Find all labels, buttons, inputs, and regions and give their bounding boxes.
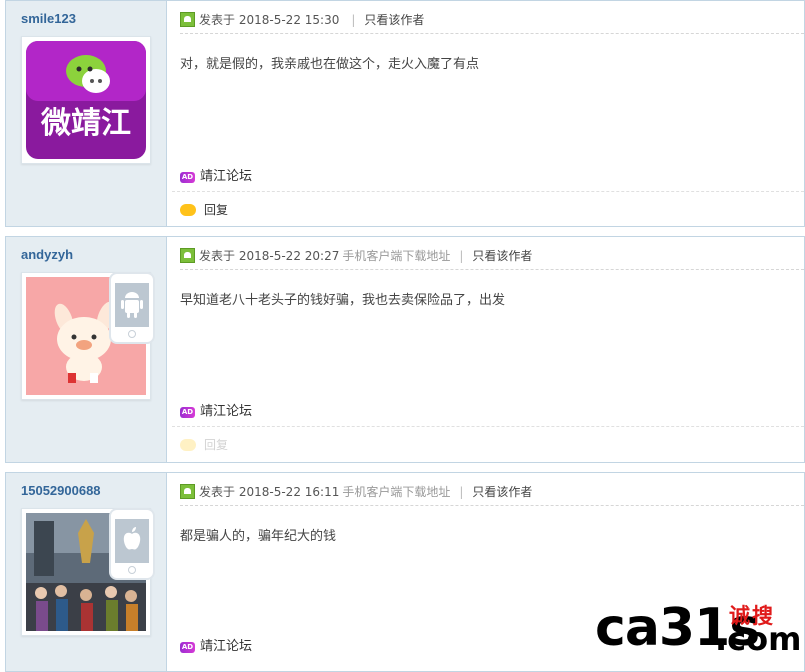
ad-icon: AD (180, 172, 195, 183)
forum-ad[interactable]: AD 靖江论坛 (180, 635, 252, 654)
post-message: 对，就是假的，我亲戚也在做这个，走火入魔了有点 (180, 57, 480, 72)
author-name-link[interactable]: 15052900688 (21, 483, 101, 498)
apple-screen (115, 519, 149, 563)
meta-separator: | (459, 485, 464, 499)
posted-label: 发表于 (199, 249, 236, 263)
ad-icon: AD (180, 642, 195, 653)
avatar[interactable]: 微靖江 (21, 36, 151, 164)
author-only-link[interactable]: 只看该作者 (472, 249, 532, 263)
ad-icon: AD (180, 407, 195, 418)
forum-ad[interactable]: AD 靖江论坛 (180, 400, 252, 419)
author-sidebar: andyzyh (6, 237, 167, 462)
post-1: smile123 微靖江 发表于 2018-5-22 15:30 | 只看该作者 对… (5, 0, 805, 227)
reply-button[interactable]: 回复 (180, 201, 228, 218)
forum-ad-label: 靖江论坛 (200, 639, 253, 654)
post-datetime: 2018-5-22 15:30 (238, 13, 340, 27)
reply-bubble-icon (180, 204, 196, 216)
author-only-link[interactable]: 只看该作者 (472, 485, 532, 499)
post-datetime: 2018-5-22 16:11 (238, 485, 340, 499)
watermark-com: .com (715, 620, 802, 658)
avatar-logo-text: 微靖江 (40, 106, 131, 141)
post-icon (180, 12, 195, 27)
posted-label: 发表于 (199, 13, 236, 27)
apple-phone-icon[interactable] (109, 508, 155, 580)
post-meta: 发表于 2018-5-22 15:30 | 只看该作者 (180, 11, 804, 34)
reply-label: 回复 (204, 438, 229, 452)
phone-home-button (128, 330, 136, 338)
reply-bubble-icon (180, 439, 196, 451)
mobile-client-link[interactable]: 手机客户端下载地址 (342, 485, 450, 499)
post-2: andyzyh 发表于 2018-5-22 20:27 手机客户端下载地址 | … (5, 236, 805, 463)
android-phone-icon[interactable] (109, 272, 155, 344)
forum-ad[interactable]: AD 靖江论坛 (180, 165, 252, 184)
author-sidebar: 15052900688 (6, 473, 167, 671)
android-screen (115, 283, 149, 327)
forum-ad-label: 靖江论坛 (200, 404, 253, 419)
watermark-logo: ca31s 诚搜 .com (595, 596, 805, 664)
meta-separator: | (351, 13, 356, 27)
post-icon (180, 484, 195, 499)
post-meta: 发表于 2018-5-22 16:11 手机客户端下载地址 | 只看该作者 (180, 483, 804, 506)
posted-label: 发表于 (199, 485, 236, 499)
author-name-link[interactable]: andyzyh (21, 247, 73, 262)
reply-button[interactable]: 回复 (180, 436, 228, 453)
post-actions: 回复 (172, 426, 804, 461)
post-message: 早知道老八十老头子的钱好骗，我也去卖保险品了，出发 (180, 293, 506, 308)
avatar-image: 微靖江 (26, 41, 146, 159)
meta-separator: | (459, 249, 464, 263)
reply-label: 回复 (204, 203, 229, 217)
post-datetime: 2018-5-22 20:27 (238, 249, 340, 263)
author-sidebar: smile123 微靖江 (6, 1, 167, 226)
mobile-client-link[interactable]: 手机客户端下载地址 (342, 249, 450, 263)
phone-home-button (128, 566, 136, 574)
post-icon (180, 248, 195, 263)
forum-ad-label: 靖江论坛 (200, 169, 253, 184)
post-meta: 发表于 2018-5-22 20:27 手机客户端下载地址 | 只看该作者 (180, 247, 804, 270)
post-actions: 回复 (172, 191, 804, 226)
author-name-link[interactable]: smile123 (21, 11, 76, 26)
post-message: 都是骗人的，骗年纪大的钱 (180, 529, 337, 544)
author-only-link[interactable]: 只看该作者 (364, 13, 424, 27)
